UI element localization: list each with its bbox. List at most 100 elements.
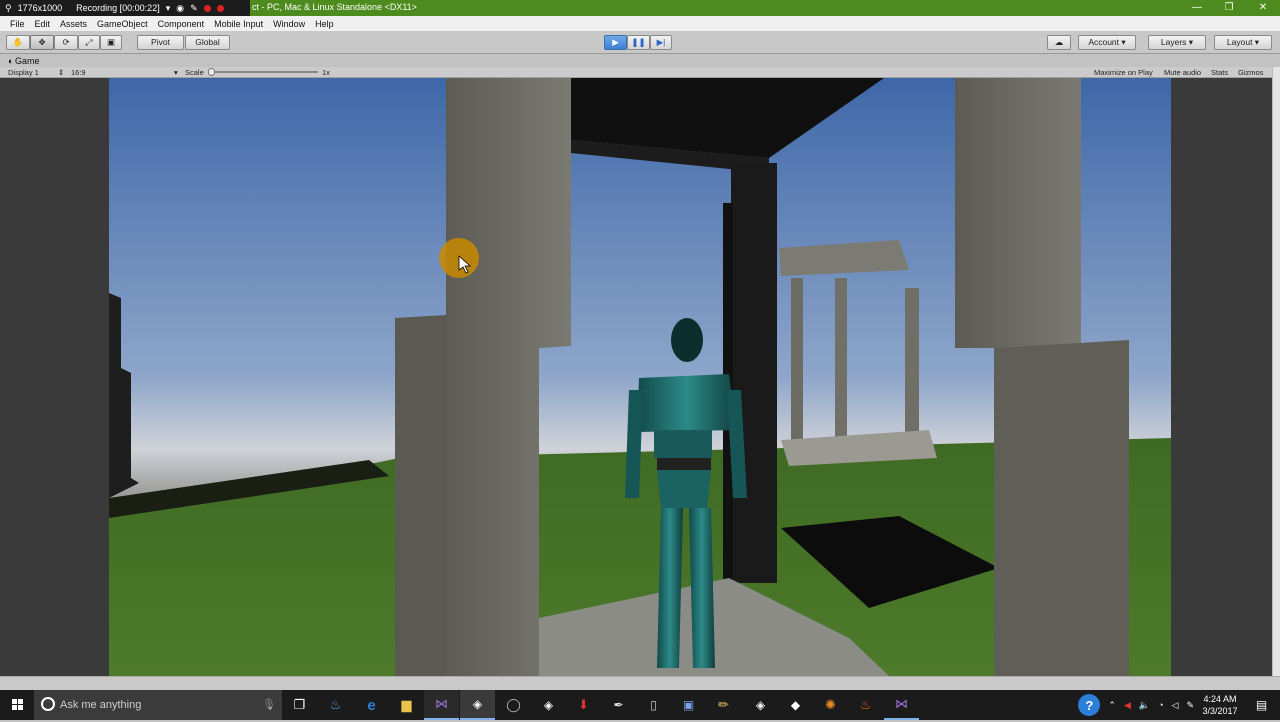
gazebo-column-mid (835, 278, 847, 448)
file-explorer-icon[interactable]: ▆ (389, 690, 424, 720)
menu-edit[interactable]: Edit (30, 19, 56, 29)
menu-mobile-input[interactable]: Mobile Input (209, 19, 268, 29)
rect-tool-icon[interactable]: ▣ (100, 35, 122, 50)
unity-icon-2[interactable]: ◈ (743, 690, 778, 720)
scale-tool-icon[interactable]: ⤢ (78, 35, 100, 50)
pencil-app-icon[interactable]: ✏ (706, 690, 741, 720)
camera-icon[interactable]: ◉ (176, 3, 184, 14)
unity-icon-3[interactable]: ◆ (778, 690, 813, 720)
pause-button[interactable]: ❚❚ (627, 35, 650, 50)
scale-slider[interactable] (208, 71, 318, 73)
aspect-dropdown[interactable]: 16:9 (71, 68, 86, 77)
pivot-toggle[interactable]: Pivot (137, 35, 184, 50)
gizmos-dropdown[interactable]: Gizmos (1238, 68, 1263, 77)
global-toggle[interactable]: Global (185, 35, 230, 50)
pivot-label: Pivot (151, 37, 170, 47)
stats-toggle[interactable]: Stats (1211, 68, 1228, 77)
global-label: Global (195, 37, 220, 47)
game-view[interactable] (0, 78, 1272, 676)
dark-pillar (731, 163, 777, 583)
menu-assets[interactable]: Assets (55, 19, 92, 29)
menu-gameobject[interactable]: GameObject (92, 19, 153, 29)
wifi-icon[interactable]: ◔ (1158, 700, 1163, 710)
game-scene[interactable] (109, 78, 1171, 676)
action-center-icon[interactable]: ▤ (1244, 690, 1279, 720)
windows-logo-icon (12, 699, 23, 710)
scale-value: 1x (322, 68, 330, 77)
dropdown-arrow-icon[interactable]: ▾ (166, 3, 171, 14)
maximize-on-play-toggle[interactable]: Maximize on Play (1094, 68, 1153, 77)
record-stop-icon[interactable] (203, 4, 211, 12)
game-tab-header: ◖ Game (0, 55, 1280, 67)
search-placeholder: Ask me anything (60, 699, 142, 711)
play-button[interactable]: ▶ (604, 35, 627, 50)
layers-label: Layers (1160, 37, 1187, 47)
visual-studio-icon[interactable]: ⋈ (424, 690, 459, 720)
help-icon[interactable]: ? (1078, 694, 1101, 716)
network-app-icon[interactable]: ▣ (671, 690, 706, 720)
document-icon[interactable]: ▯ (636, 690, 671, 720)
chevron-up-icon[interactable]: ⌃ (1108, 700, 1116, 711)
fire-app-icon[interactable]: ♨ (848, 690, 883, 720)
stone-block-lower (395, 315, 446, 676)
stone-pillar-right (955, 78, 1081, 348)
speaker-icon[interactable]: ◁ (1172, 700, 1179, 711)
edge-icon[interactable]: e (354, 690, 389, 720)
layout-dropdown[interactable]: Layout ▾ (1214, 35, 1272, 50)
volume-icon[interactable]: 🔈 (1139, 700, 1150, 711)
cortana-icon (41, 697, 55, 711)
mute-audio-toggle[interactable]: Mute audio (1164, 68, 1201, 77)
microphone-icon[interactable]: 🎙 (262, 698, 276, 711)
minimize-button[interactable]: — (1180, 0, 1214, 16)
pen-tray-icon[interactable]: ✎ (1186, 700, 1194, 711)
vertical-scrollbar[interactable] (1272, 67, 1280, 679)
recorder-resolution: 1776x1000 (17, 3, 63, 13)
account-label: Account (1088, 37, 1120, 47)
game-tab-label: Game (14, 56, 40, 66)
task-view-icon[interactable]: ❐ (282, 690, 317, 720)
magnifier-icon[interactable]: ⚲ (5, 3, 12, 14)
stone-pillar-right-lower (994, 340, 1129, 676)
dropdown-arrow-icon: ⇕ (58, 68, 65, 77)
windows-taskbar: Ask me anything 🎙 ❐ ♨ e ▆ ⋈ ◈ ◯ ◈ ⬇ ✒ ▯ … (0, 690, 1280, 720)
recorder-tray-icon[interactable]: ◀ (1124, 700, 1131, 711)
display-dropdown[interactable]: Display 1 (8, 68, 39, 77)
dropdown-arrow-icon: ▾ (174, 68, 178, 77)
pencil-icon[interactable]: ✎ (190, 3, 198, 14)
cortana-search-box[interactable]: Ask me anything 🎙 (34, 690, 282, 720)
account-dropdown[interactable]: Account ▾ (1078, 35, 1136, 50)
unity-icon[interactable]: ◈ (460, 690, 495, 720)
rotate-tool-icon[interactable]: ⟳ (54, 35, 78, 50)
scale-label: Scale (185, 68, 204, 77)
layers-dropdown[interactable]: Layers ▾ (1148, 35, 1206, 50)
recording-status: Recording [00:00:22] (76, 3, 160, 13)
menu-help[interactable]: Help (310, 19, 339, 29)
close-button[interactable]: ✕ (1246, 0, 1280, 16)
download-icon[interactable]: ⬇ (566, 690, 601, 720)
hand-tool-icon[interactable]: ✋ (6, 35, 30, 50)
menu-window[interactable]: Window (268, 19, 310, 29)
menu-file[interactable]: File (5, 19, 30, 29)
menu-component[interactable]: Component (153, 19, 210, 29)
blender-icon[interactable]: ✺ (813, 690, 848, 720)
gazebo-column-left (791, 278, 803, 458)
visual-studio-icon-2[interactable]: ⋈ (884, 690, 919, 720)
cloud-icon[interactable]: ☁ (1047, 35, 1071, 50)
pen-icon[interactable]: ✒ (601, 690, 636, 720)
taskbar-clock[interactable]: 4:24 AM 3/3/2017 (1200, 693, 1240, 717)
move-tool-icon[interactable]: ✥ (30, 35, 54, 50)
status-bar (0, 676, 1280, 690)
steam-icon[interactable]: ♨ (318, 690, 353, 720)
unity-hub-icon[interactable]: ◈ (531, 690, 566, 720)
scale-slider-thumb[interactable] (208, 68, 215, 76)
maximize-button[interactable]: ❐ (1212, 0, 1246, 16)
recorder-overlay: ⚲ 1776x1000 Recording [00:00:22] ▾ ◉ ✎ (0, 0, 250, 16)
record-icon[interactable] (216, 4, 224, 12)
window-title: ct - PC, Mac & Linux Standalone <DX11> (252, 2, 417, 12)
main-toolbar: ✋ ✥ ⟳ ⤢ ▣ Pivot Global ▶ ❚❚ ▶| ☁ Account… (0, 31, 1280, 54)
game-view-toolbar: Display 1 ⇕ 16:9 ▾ Scale 1x Maximize on … (0, 67, 1280, 78)
xbox-icon[interactable]: ◯ (496, 690, 531, 720)
tab-game[interactable]: ◖ Game (7, 56, 39, 66)
start-button[interactable] (0, 690, 34, 720)
step-button[interactable]: ▶| (650, 35, 672, 50)
